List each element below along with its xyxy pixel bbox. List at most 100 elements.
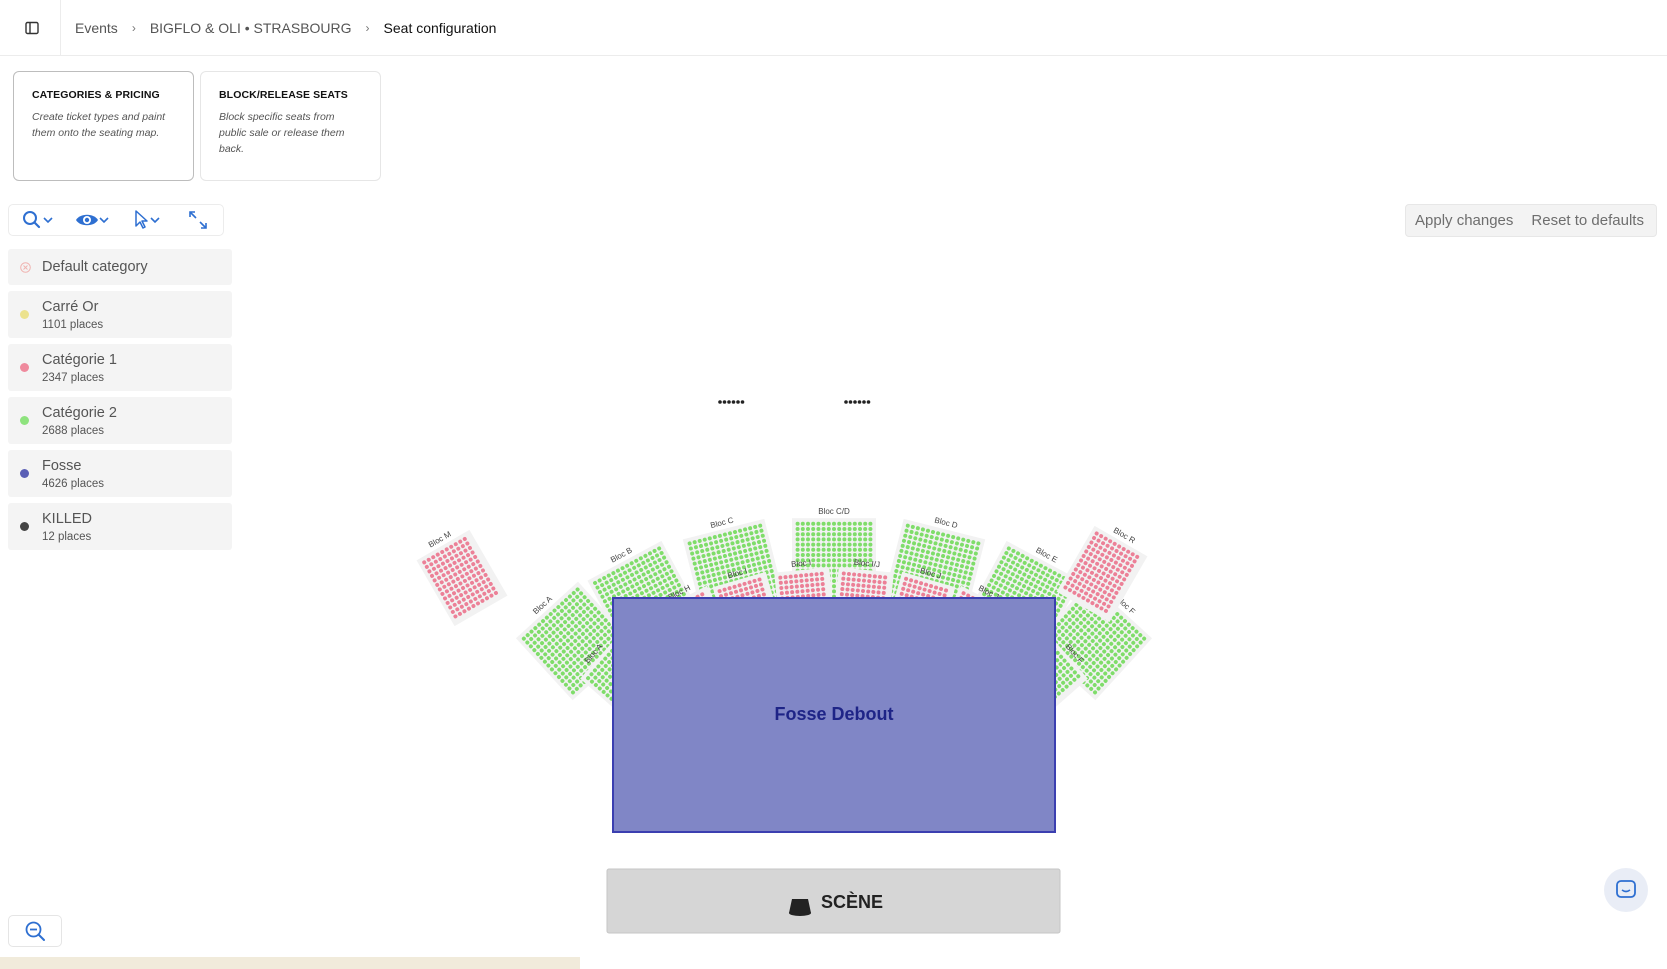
seat[interactable] bbox=[826, 547, 831, 552]
seat[interactable] bbox=[842, 558, 847, 563]
seat[interactable] bbox=[847, 521, 852, 526]
killed-seat[interactable] bbox=[848, 400, 853, 404]
seat[interactable] bbox=[863, 553, 868, 557]
seat[interactable] bbox=[795, 547, 800, 552]
seat[interactable] bbox=[816, 527, 821, 531]
seat[interactable] bbox=[847, 547, 852, 552]
seat[interactable] bbox=[821, 527, 826, 531]
seat[interactable] bbox=[826, 537, 831, 542]
seat[interactable] bbox=[821, 537, 826, 542]
seat[interactable] bbox=[863, 527, 868, 531]
seat[interactable] bbox=[821, 547, 826, 552]
seat[interactable] bbox=[826, 527, 831, 531]
killed-seat[interactable] bbox=[740, 400, 745, 404]
seat[interactable] bbox=[806, 527, 810, 531]
seat[interactable] bbox=[832, 527, 836, 531]
killed-seat[interactable] bbox=[727, 400, 731, 404]
seat[interactable] bbox=[816, 537, 821, 542]
seat[interactable] bbox=[832, 558, 836, 563]
seat[interactable] bbox=[837, 547, 842, 552]
chat-button[interactable] bbox=[1604, 868, 1648, 912]
seat[interactable] bbox=[852, 553, 857, 557]
seat[interactable] bbox=[842, 521, 847, 526]
seat[interactable] bbox=[863, 542, 868, 547]
seat[interactable] bbox=[868, 553, 873, 557]
killed-seat[interactable] bbox=[844, 400, 848, 404]
seat[interactable] bbox=[826, 532, 831, 537]
seat[interactable] bbox=[842, 563, 847, 568]
search-tool-button[interactable] bbox=[9, 205, 64, 235]
killed-seat[interactable] bbox=[866, 400, 871, 404]
seat[interactable] bbox=[826, 553, 831, 557]
seat[interactable] bbox=[826, 558, 831, 563]
apply-changes-button[interactable]: Apply changes bbox=[1406, 212, 1522, 229]
seat[interactable] bbox=[800, 542, 805, 547]
seat[interactable] bbox=[811, 558, 816, 563]
seat[interactable] bbox=[832, 579, 836, 583]
seat[interactable] bbox=[858, 521, 862, 526]
seat[interactable] bbox=[826, 521, 831, 526]
seat[interactable] bbox=[842, 553, 847, 557]
seat[interactable] bbox=[837, 563, 842, 568]
seat[interactable] bbox=[806, 542, 810, 547]
seat[interactable] bbox=[868, 527, 873, 531]
seat[interactable] bbox=[821, 558, 826, 563]
seat[interactable] bbox=[837, 527, 842, 531]
seat[interactable] bbox=[832, 553, 836, 557]
seat[interactable] bbox=[821, 553, 826, 557]
mode-card-categories-pricing[interactable]: CATEGORIES & PRICING Create ticket types… bbox=[13, 71, 194, 181]
seat[interactable] bbox=[863, 537, 868, 542]
category-item-categorie-2[interactable]: Catégorie 2 2688 places bbox=[8, 397, 232, 444]
seat[interactable] bbox=[858, 527, 862, 531]
seat[interactable] bbox=[806, 521, 810, 526]
seat[interactable] bbox=[863, 532, 868, 537]
seat[interactable] bbox=[847, 537, 852, 542]
seat[interactable] bbox=[852, 532, 857, 537]
seat[interactable] bbox=[832, 532, 836, 537]
seat[interactable] bbox=[800, 532, 805, 537]
killed-seat[interactable] bbox=[731, 400, 736, 404]
seat[interactable] bbox=[800, 547, 805, 552]
seat[interactable] bbox=[847, 563, 852, 568]
seat[interactable] bbox=[852, 521, 857, 526]
seat[interactable] bbox=[837, 521, 842, 526]
seat[interactable] bbox=[800, 553, 805, 557]
seat[interactable] bbox=[863, 521, 868, 526]
seat[interactable] bbox=[847, 553, 852, 557]
seat[interactable] bbox=[837, 558, 842, 563]
seat[interactable] bbox=[832, 547, 836, 552]
seat[interactable] bbox=[795, 553, 800, 557]
category-item-killed[interactable]: KILLED 12 places bbox=[8, 503, 232, 550]
seat[interactable] bbox=[811, 542, 816, 547]
seat[interactable] bbox=[852, 527, 857, 531]
category-item-default[interactable]: Default category bbox=[8, 249, 232, 285]
seat[interactable] bbox=[868, 521, 873, 526]
seat[interactable] bbox=[863, 547, 868, 552]
seat[interactable] bbox=[795, 537, 800, 542]
seat[interactable] bbox=[868, 532, 873, 537]
killed-seat[interactable] bbox=[853, 400, 857, 404]
seat[interactable] bbox=[858, 553, 862, 557]
seat[interactable] bbox=[811, 532, 816, 537]
seat[interactable] bbox=[811, 553, 816, 557]
killed-seat[interactable] bbox=[857, 400, 862, 404]
seat[interactable] bbox=[868, 537, 873, 542]
fit-view-button[interactable] bbox=[174, 205, 222, 235]
seat[interactable] bbox=[806, 532, 810, 537]
seat[interactable] bbox=[816, 558, 821, 563]
seat[interactable] bbox=[837, 553, 842, 557]
seat[interactable] bbox=[847, 527, 852, 531]
seat[interactable] bbox=[811, 537, 816, 542]
seat-map[interactable]: Bloc ABloc BBloc CBloc C/DBloc DBloc EBl… bbox=[360, 180, 1300, 950]
seat[interactable] bbox=[800, 537, 805, 542]
seat[interactable] bbox=[837, 537, 842, 542]
killed-seat[interactable] bbox=[736, 400, 740, 404]
seat-block[interactable]: Bloc M bbox=[411, 520, 508, 627]
mode-card-block-release-seats[interactable]: BLOCK/RELEASE SEATS Block specific seats… bbox=[200, 71, 381, 181]
seat[interactable] bbox=[847, 542, 852, 547]
seat[interactable] bbox=[847, 558, 852, 563]
seat[interactable] bbox=[868, 547, 873, 552]
zoom-out-button[interactable] bbox=[8, 915, 62, 947]
select-tool-button[interactable] bbox=[119, 205, 174, 235]
seat[interactable] bbox=[821, 532, 826, 537]
